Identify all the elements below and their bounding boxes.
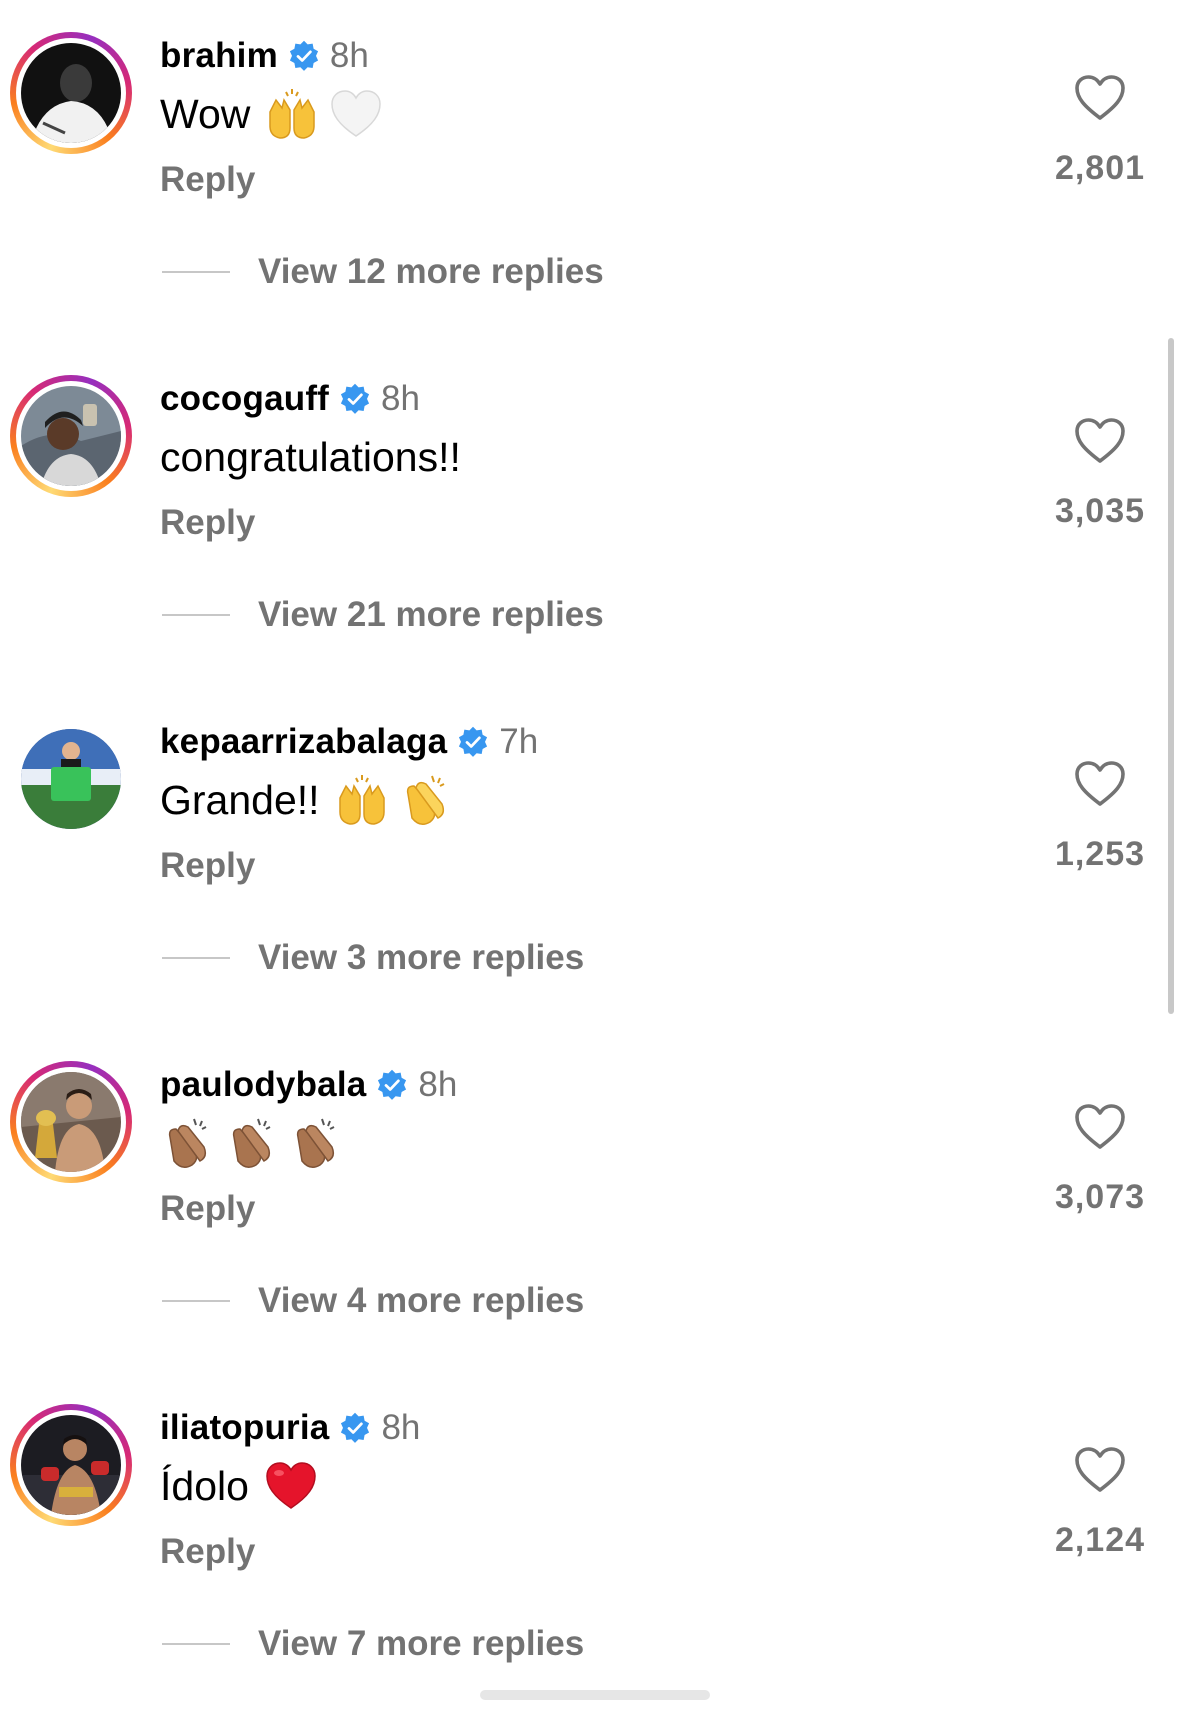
heart-icon[interactable] (1074, 74, 1126, 122)
like-count: 1,253 (1054, 835, 1146, 873)
comment-header: cocogauff 8h (160, 377, 420, 421)
verified-badge-icon (339, 383, 371, 415)
divider-line (162, 1643, 230, 1645)
avatar[interactable] (21, 729, 121, 829)
comment-text-row: Grande!! (160, 772, 454, 828)
clapping-hands-dark-emoji (224, 1115, 280, 1171)
comment-header: kepaarrizabalaga 7h (160, 720, 538, 764)
comment-timestamp: 8h (381, 379, 420, 418)
view-more-replies-label: View 7 more replies (258, 1624, 585, 1663)
comment-text-row: Wow (160, 86, 384, 142)
home-indicator (480, 1690, 710, 1700)
comment-timestamp: 7h (499, 722, 539, 761)
verified-badge-icon (339, 1412, 371, 1444)
like-count: 2,801 (1054, 149, 1146, 187)
reply-button[interactable]: Reply (160, 1530, 255, 1574)
avatar[interactable] (21, 1072, 121, 1172)
avatar-story-ring[interactable] (10, 375, 132, 497)
avatar-kepaarrizabalaga-image (21, 729, 121, 829)
comment-item: cocogauff 8h congratulations!! Reply Vie… (0, 343, 1179, 686)
view-more-replies-button[interactable]: View 3 more replies (162, 936, 584, 980)
avatar-iliatopuria-image (21, 1415, 121, 1515)
view-more-replies-label: View 12 more replies (258, 252, 604, 291)
clapping-hands-dark-emoji (160, 1115, 216, 1171)
avatar-cocogauff-image (21, 386, 121, 486)
view-more-replies-label: View 3 more replies (258, 938, 585, 977)
comment-timestamp: 8h (418, 1065, 458, 1104)
username[interactable]: cocogauff (160, 377, 329, 421)
avatar[interactable] (21, 386, 121, 486)
reply-button[interactable]: Reply (160, 844, 255, 888)
view-more-replies-button[interactable]: View 4 more replies (162, 1279, 584, 1323)
avatar-frame[interactable] (10, 718, 132, 840)
reply-button[interactable]: Reply (160, 158, 255, 202)
like-count: 3,073 (1054, 1178, 1146, 1216)
comment-text-row: congratulations!! (160, 429, 461, 485)
view-more-replies-button[interactable]: View 21 more replies (162, 593, 604, 637)
avatar-paulodybala-image (21, 1072, 121, 1172)
raising-hands-emoji (334, 772, 390, 828)
comment-item: kepaarrizabalaga 7h Grande!! Reply View … (0, 686, 1179, 1029)
view-more-replies-button[interactable]: View 7 more replies (162, 1622, 584, 1666)
divider-line (162, 957, 230, 959)
divider-line (162, 271, 230, 273)
white-heart-emoji (328, 86, 384, 142)
comment-item: brahim 8h Wow Reply View 12 more replies… (0, 0, 1179, 343)
comment-text-row (160, 1115, 344, 1171)
username[interactable]: brahim (160, 34, 278, 78)
heart-icon[interactable] (1074, 1446, 1126, 1494)
verified-badge-icon (457, 726, 489, 758)
view-more-replies-label: View 4 more replies (258, 1281, 585, 1320)
reply-button[interactable]: Reply (160, 1187, 255, 1231)
comment-timestamp: 8h (381, 1408, 421, 1447)
like-count: 3,035 (1054, 492, 1146, 530)
username[interactable]: kepaarrizabalaga (160, 720, 447, 764)
view-more-replies-label: View 21 more replies (258, 595, 604, 634)
like-count: 2,124 (1054, 1521, 1146, 1559)
comment-text: Ídolo (160, 1463, 249, 1509)
clapping-hands-dark-emoji (288, 1115, 344, 1171)
scrollbar[interactable] (1168, 338, 1174, 1014)
avatar-story-ring[interactable] (10, 1061, 132, 1183)
verified-badge-icon (376, 1069, 408, 1101)
comment-text: Wow (160, 91, 251, 137)
comment-item: paulodybala 8h Reply View 4 more replies… (0, 1029, 1179, 1372)
raising-hands-emoji (264, 86, 320, 142)
divider-line (162, 1300, 230, 1302)
red-heart-emoji (263, 1458, 319, 1514)
divider-line (162, 614, 230, 616)
verified-badge-icon (288, 40, 320, 72)
comment-timestamp: 8h (329, 36, 369, 75)
comment-text: congratulations!! (160, 434, 461, 480)
comment-text: Grande!! (160, 777, 320, 823)
avatar[interactable] (21, 1415, 121, 1515)
comment-header: paulodybala 8h (160, 1063, 457, 1107)
avatar-story-ring[interactable] (10, 1404, 132, 1526)
avatar-brahim-image (21, 43, 121, 143)
heart-icon[interactable] (1074, 417, 1126, 465)
avatar[interactable] (21, 43, 121, 143)
comment-header: iliatopuria 8h (160, 1406, 420, 1450)
username[interactable]: paulodybala (160, 1063, 366, 1107)
clapping-hands-emoji (398, 772, 454, 828)
username[interactable]: iliatopuria (160, 1406, 329, 1450)
reply-button[interactable]: Reply (160, 501, 255, 545)
view-more-replies-button[interactable]: View 12 more replies (162, 250, 604, 294)
comment-item: iliatopuria 8h Ídolo Reply View 7 more r… (0, 1372, 1179, 1715)
avatar-story-ring[interactable] (10, 32, 132, 154)
heart-icon[interactable] (1074, 760, 1126, 808)
comment-text-row: Ídolo (160, 1458, 319, 1514)
heart-icon[interactable] (1074, 1103, 1126, 1151)
comment-header: brahim 8h (160, 34, 369, 78)
